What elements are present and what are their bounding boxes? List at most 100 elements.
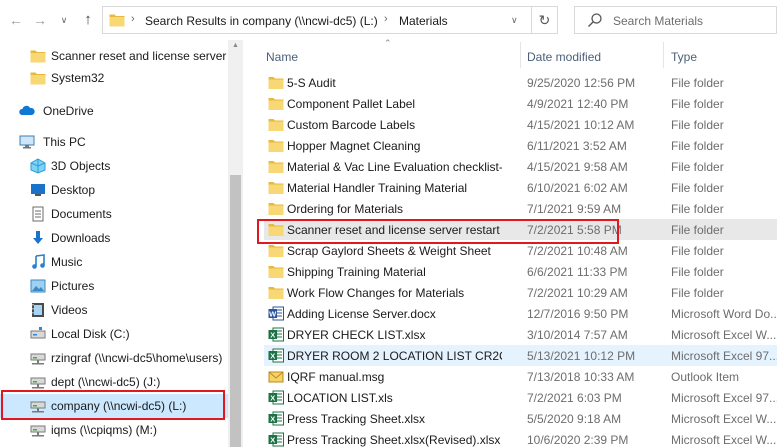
file-type: File folder xyxy=(671,286,724,300)
file-name: Hopper Magnet Cleaning xyxy=(287,139,421,153)
file-type: File folder xyxy=(671,223,724,237)
file-name: Scrap Gaylord Sheets & Weight Sheet xyxy=(287,244,491,258)
computer-icon xyxy=(19,135,35,149)
nav-item-label: rzingraf (\\ncwi-dc5\home\users) xyxy=(51,351,223,365)
network-drive-icon xyxy=(30,422,46,438)
file-row[interactable]: Ordering for Materials 7/1/2021 9:59 AM Fi… xyxy=(264,198,777,219)
nav-item-music[interactable]: Music xyxy=(0,250,228,274)
sort-ascending-icon: ⌃ xyxy=(384,38,392,48)
file-row[interactable]: Material & Vac Line Evaluation checklist… xyxy=(264,156,777,177)
column-divider[interactable] xyxy=(663,42,664,68)
file-date-modified: 7/2/2021 10:29 AM xyxy=(527,286,628,300)
nav-item-this-pc[interactable]: This PC xyxy=(0,130,228,154)
nav-item-documents[interactable]: Documents xyxy=(0,202,228,226)
file-row[interactable]: LOCATION LIST.xls 7/2/2021 6:03 PM Microso… xyxy=(264,387,777,408)
file-type: File folder xyxy=(671,244,724,258)
file-row[interactable]: Press Tracking Sheet.xlsx 5/5/2020 9:18 A… xyxy=(264,408,777,429)
address-bar[interactable]: › Search Results in company (\\ncwi-dc5)… xyxy=(102,6,532,34)
file-row[interactable]: Shipping Training Material 6/6/2021 11:33… xyxy=(264,261,777,282)
file-date-modified: 9/25/2020 12:56 PM xyxy=(527,76,636,90)
file-row[interactable]: Hopper Magnet Cleaning 6/11/2021 3:52 AM F… xyxy=(264,135,777,156)
nav-item-label: Documents xyxy=(51,207,112,221)
column-header-name[interactable]: Name xyxy=(266,50,298,64)
folder-icon xyxy=(268,285,284,300)
nav-item-onedrive[interactable]: OneDrive xyxy=(0,99,228,123)
scroll-up-arrow-icon[interactable]: ▲ xyxy=(230,42,241,52)
breadcrumb-search-results[interactable]: Search Results in company (\\ncwi-dc5) (… xyxy=(145,14,378,28)
search-input[interactable]: Search Materials xyxy=(613,14,703,28)
nav-item-label: iqms (\\cpiqms) (M:) xyxy=(51,423,157,437)
breadcrumb-materials[interactable]: Materials xyxy=(399,14,448,28)
excel-file-icon xyxy=(268,411,284,426)
nav-item-pictures[interactable]: Pictures xyxy=(0,274,228,298)
file-date-modified: 5/5/2020 9:18 AM xyxy=(527,412,622,426)
file-name: Material Handler Training Material xyxy=(287,181,468,195)
nav-item-iqms-drive[interactable]: iqms (\\cpiqms) (M:) xyxy=(0,418,228,442)
nav-item-3d-objects[interactable]: 3D Objects xyxy=(0,154,228,178)
file-name: Ordering for Materials xyxy=(287,202,404,216)
nav-item-downloads[interactable]: Downloads xyxy=(0,226,228,250)
file-row[interactable]: Adding License Server.docx 12/7/2016 9:50… xyxy=(264,303,777,324)
column-header-type[interactable]: Type xyxy=(671,50,697,64)
file-name: Press Tracking Sheet.xlsx(Revised).xlsx xyxy=(287,433,501,447)
file-row[interactable]: 5-S Audit 9/25/2020 12:56 PM File folder xyxy=(264,72,777,93)
refresh-button[interactable]: ↻ xyxy=(532,6,558,34)
file-date-modified: 6/6/2021 11:33 PM xyxy=(527,265,628,279)
file-date-modified: 7/2/2021 6:03 PM xyxy=(527,391,622,405)
quick-access-item-scanner-reset[interactable]: Scanner reset and license server re xyxy=(0,44,228,68)
file-row[interactable]: IQRF manual.msg 7/13/2018 10:33 AM Outlook… xyxy=(264,366,777,387)
file-type: Outlook Item xyxy=(671,370,740,384)
folder-icon xyxy=(109,13,125,27)
recent-locations-chevron-icon[interactable]: ∨ xyxy=(54,10,74,30)
file-type: Microsoft Excel W... xyxy=(671,412,777,426)
file-type: Microsoft Excel W... xyxy=(671,433,777,447)
documents-icon xyxy=(32,206,44,222)
file-row[interactable]: Press Tracking Sheet.xlsx(Revised).xlsx 1… xyxy=(264,429,777,447)
file-type: File folder xyxy=(671,202,724,216)
onedrive-cloud-icon xyxy=(19,105,35,115)
file-name: Shipping Training Material xyxy=(287,265,426,279)
nav-item-label: Music xyxy=(51,255,83,269)
nav-item-label: 3D Objects xyxy=(51,159,111,173)
up-arrow-icon[interactable]: ↑ xyxy=(78,10,98,30)
file-row[interactable]: Custom Barcode Labels 4/15/2021 10:12 AM F… xyxy=(264,114,777,135)
excel-file-icon xyxy=(268,348,284,363)
column-header-date-modified[interactable]: Date modified xyxy=(527,50,601,64)
file-date-modified: 7/2/2021 10:48 AM xyxy=(527,244,628,258)
nav-item-desktop[interactable]: Desktop xyxy=(0,178,228,202)
file-row[interactable]: DRYER ROOM 2 LOCATION LIST CR2CR3... 5/13… xyxy=(264,345,777,366)
folder-icon xyxy=(30,48,46,64)
quick-access-item-system32[interactable]: System32 xyxy=(0,66,228,90)
nav-item-rzingraf-drive[interactable]: rzingraf (\\ncwi-dc5\home\users) xyxy=(0,346,228,370)
desktop-icon xyxy=(31,184,45,196)
music-icon xyxy=(32,254,45,269)
navigation-pane: Scanner reset and license server re Syst… xyxy=(0,40,243,447)
column-divider[interactable] xyxy=(520,42,521,68)
folder-icon xyxy=(268,201,284,216)
file-row[interactable]: Component Pallet Label 4/9/2021 12:40 PM F… xyxy=(264,93,777,114)
address-dropdown-chevron-icon[interactable]: ∨ xyxy=(511,15,518,26)
file-type: File folder xyxy=(671,139,724,153)
file-row[interactable]: Work Flow Changes for Materials 7/2/2021 … xyxy=(264,282,777,303)
breadcrumb-separator-icon[interactable]: › xyxy=(131,13,135,25)
folder-icon xyxy=(268,180,284,195)
file-type: Microsoft Excel 97... xyxy=(671,391,777,405)
file-date-modified: 4/15/2021 9:58 AM xyxy=(527,160,628,174)
nav-item-label: Videos xyxy=(51,303,88,317)
file-date-modified: 6/11/2021 3:52 AM xyxy=(527,139,627,153)
nav-item-local-disk[interactable]: Local Disk (C:) xyxy=(0,322,228,346)
file-row[interactable]: Material Handler Training Material 6/10/2… xyxy=(264,177,777,198)
search-box[interactable]: Search Materials xyxy=(574,6,777,34)
back-arrow-icon[interactable]: ← xyxy=(6,10,26,30)
breadcrumb-separator-icon[interactable]: › xyxy=(384,13,388,25)
file-name: Press Tracking Sheet.xlsx xyxy=(287,412,426,426)
nav-item-videos[interactable]: Videos xyxy=(0,298,228,322)
navigation-scrollbar-thumb[interactable] xyxy=(230,175,241,447)
videos-icon xyxy=(32,303,44,317)
3d-objects-icon xyxy=(30,158,46,174)
file-date-modified: 5/13/2021 10:12 PM xyxy=(527,349,636,363)
nav-item-label: Local Disk (C:) xyxy=(51,327,130,341)
file-row[interactable]: DRYER CHECK LIST.xlsx 3/10/2014 7:57 AM Mi… xyxy=(264,324,777,345)
forward-arrow-icon[interactable]: → xyxy=(30,10,50,30)
file-type: File folder xyxy=(671,265,724,279)
